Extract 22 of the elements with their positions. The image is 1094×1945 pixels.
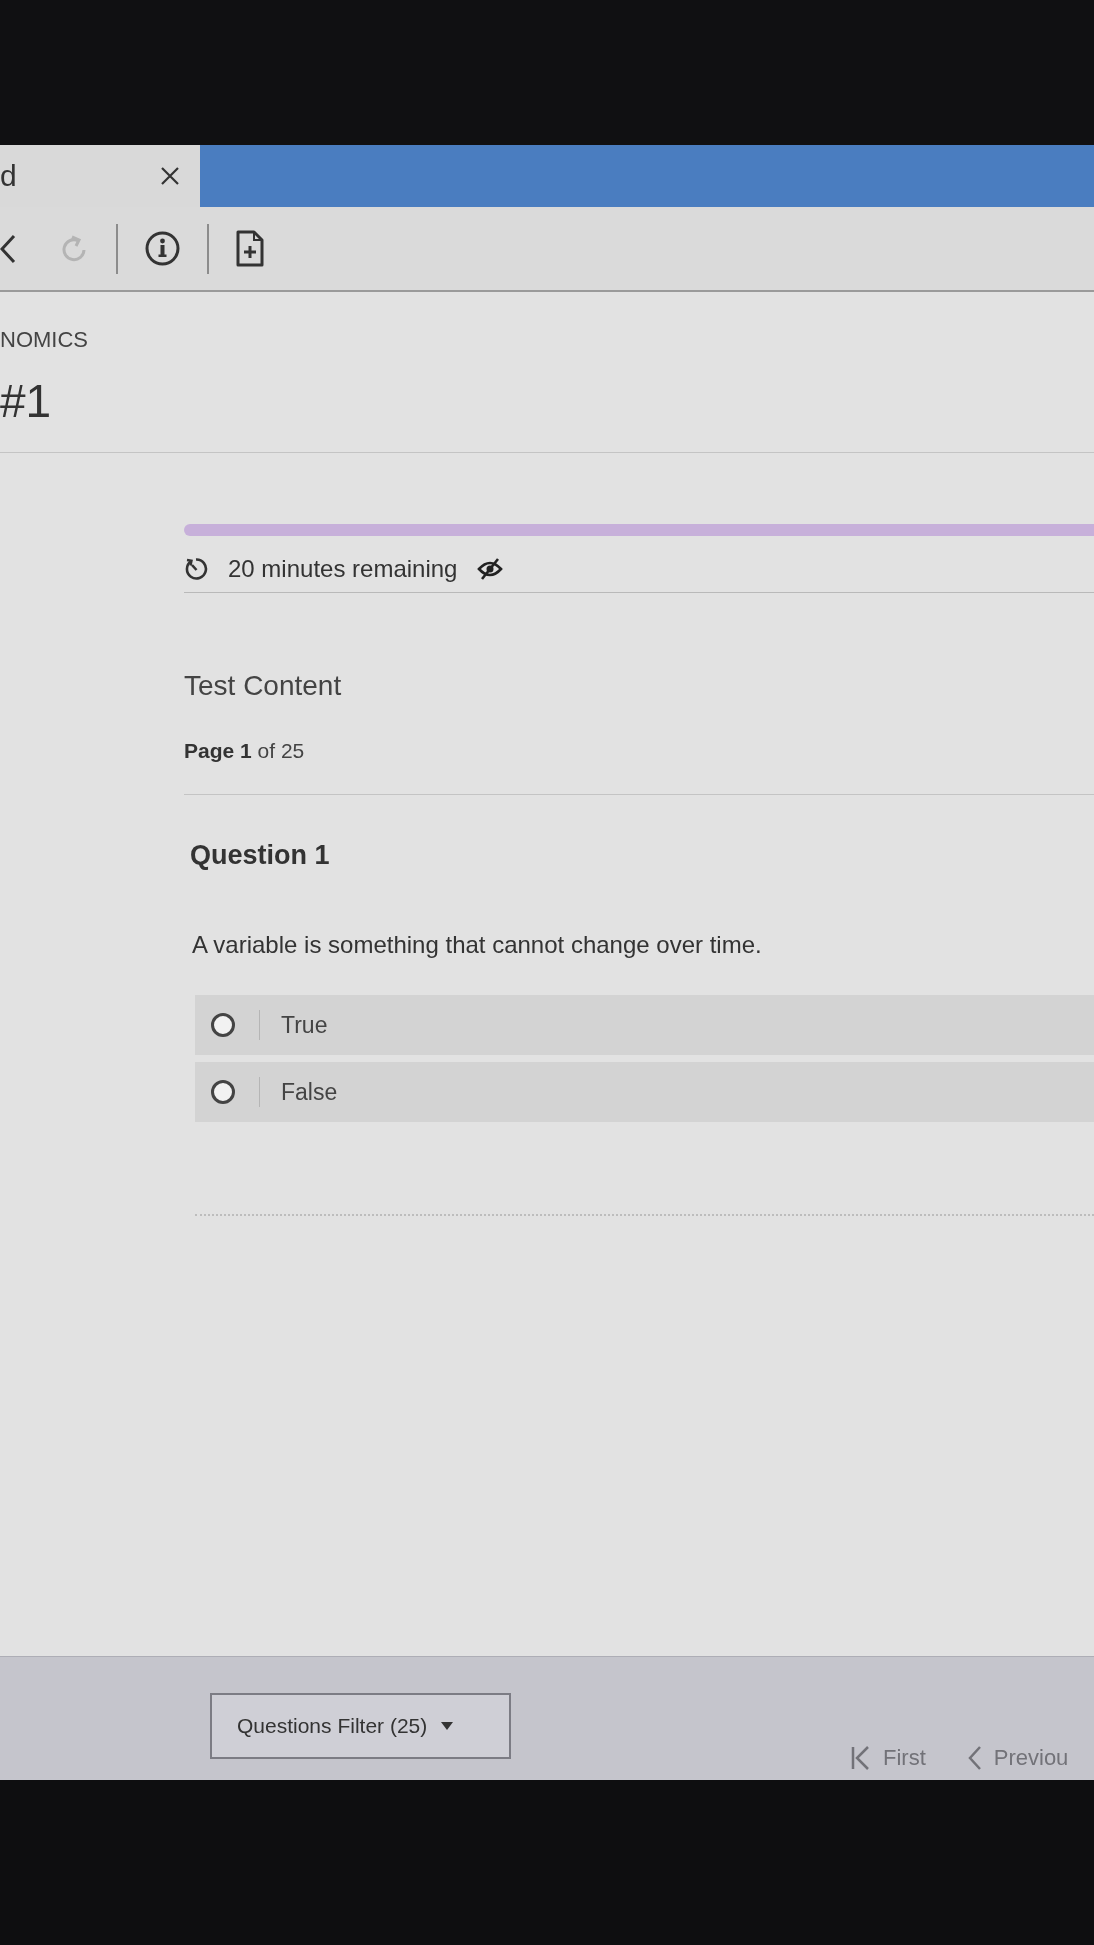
- chevron-left-icon: [967, 1745, 982, 1771]
- close-icon[interactable]: [160, 166, 180, 186]
- course-name: NOMICS: [0, 326, 88, 354]
- section-title: Test Content: [184, 669, 342, 703]
- first-page-icon: [851, 1745, 871, 1771]
- document-plus-icon[interactable]: [236, 230, 264, 267]
- browser-tab[interactable]: d: [0, 145, 200, 207]
- course-title: #1: [0, 374, 52, 428]
- timer-text: 20 minutes remaining: [228, 555, 458, 583]
- radio-button[interactable]: [211, 1080, 235, 1104]
- page-indicator: Page 1 of 25: [184, 739, 305, 762]
- radio-button[interactable]: [211, 1013, 235, 1037]
- caret-icon: [441, 1722, 454, 1730]
- question-title: Question 1: [190, 839, 330, 872]
- answer-option[interactable]: False: [195, 1062, 1094, 1122]
- timer-icon: [184, 557, 208, 581]
- question-text: A variable is something that cannot change over time.: [192, 930, 762, 960]
- answer-option[interactable]: True: [195, 995, 1094, 1055]
- questions-filter-button[interactable]: Questions Filter (25): [210, 1693, 511, 1759]
- eye-slash-icon[interactable]: [477, 558, 504, 580]
- back-icon[interactable]: [0, 233, 16, 264]
- info-icon[interactable]: [145, 231, 180, 266]
